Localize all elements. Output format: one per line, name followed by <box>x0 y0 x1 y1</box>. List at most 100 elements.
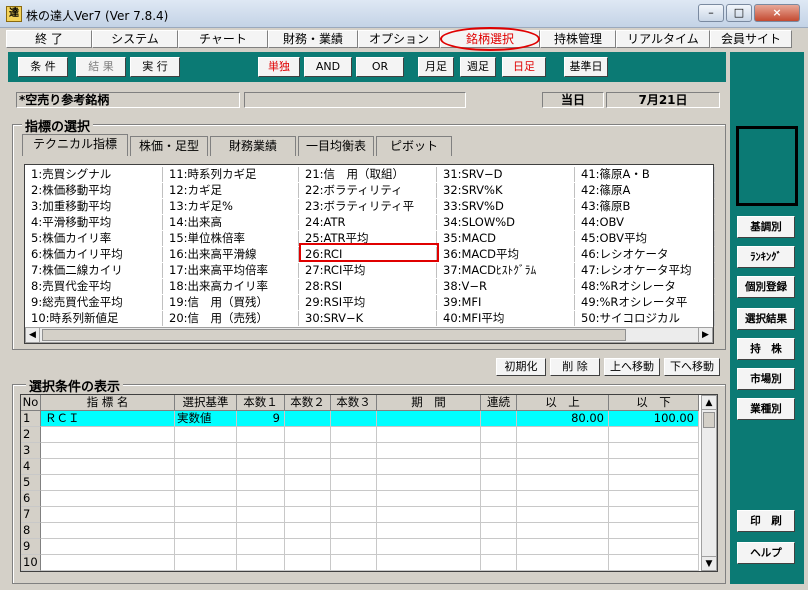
minimize-button[interactable]: – <box>698 4 724 22</box>
table-cell[interactable] <box>377 475 481 491</box>
indicator-item[interactable]: 17:出来高平均倍率 <box>163 263 299 278</box>
indicator-item[interactable]: 15:単位株倍率 <box>163 231 299 246</box>
n1-cell[interactable]: 9 <box>237 411 285 427</box>
or-button[interactable]: OR <box>356 57 404 77</box>
indicator-item[interactable]: 20:信 用（売残） <box>163 311 299 326</box>
and-button[interactable]: AND <box>304 57 352 77</box>
n3-cell[interactable] <box>331 411 377 427</box>
table-cell[interactable] <box>41 523 175 539</box>
table-cell[interactable] <box>285 555 331 571</box>
indicator-item[interactable]: 24:ATR <box>299 215 437 230</box>
menu-system[interactable]: システム <box>92 30 178 48</box>
consecutive-cell[interactable] <box>481 411 517 427</box>
table-cell[interactable] <box>285 507 331 523</box>
indicator-item[interactable]: 31:SRV−D <box>437 167 575 182</box>
table-cell[interactable] <box>331 443 377 459</box>
table-cell[interactable] <box>285 523 331 539</box>
result-button[interactable]: 結 果 <box>76 57 126 77</box>
table-cell[interactable] <box>609 491 699 507</box>
n2-cell[interactable] <box>285 411 331 427</box>
table-cell[interactable] <box>175 555 237 571</box>
indicator-item[interactable]: 18:出来高カイリ率 <box>163 279 299 294</box>
individual-register-button[interactable]: 個別登録 <box>737 276 795 298</box>
table-cell[interactable] <box>41 491 175 507</box>
help-button[interactable]: ヘルプ <box>737 542 795 564</box>
indicator-item[interactable]: 48:%Rオシレータ <box>575 279 715 294</box>
indicator-item[interactable]: 3:加重移動平均 <box>25 199 163 214</box>
indicator-item[interactable]: 16:出来高平滑線 <box>163 247 299 262</box>
table-cell[interactable] <box>609 475 699 491</box>
table-cell[interactable] <box>609 459 699 475</box>
table-cell[interactable] <box>237 539 285 555</box>
indicator-item[interactable]: 12:カギ足 <box>163 183 299 198</box>
scroll-thumb[interactable] <box>42 329 626 341</box>
holdings-button[interactable]: 持 株 <box>737 338 795 360</box>
indicator-item[interactable]: 5:株価カイリ率 <box>25 231 163 246</box>
indicator-item[interactable]: 44:OBV <box>575 215 715 230</box>
table-cell[interactable] <box>481 459 517 475</box>
move-down-button[interactable]: 下へ移動 <box>664 358 720 376</box>
table-cell[interactable] <box>285 475 331 491</box>
scroll-down-icon[interactable]: ▼ <box>702 556 716 570</box>
indicator-item[interactable]: 38:V−R <box>437 279 575 294</box>
indicator-item[interactable]: 46:レシオケータ <box>575 247 715 262</box>
table-cell[interactable] <box>331 491 377 507</box>
table-cell[interactable] <box>481 507 517 523</box>
print-button[interactable]: 印 刷 <box>737 510 795 532</box>
table-cell[interactable] <box>331 459 377 475</box>
scroll-left-icon[interactable]: ◀ <box>26 328 40 342</box>
indicator-item[interactable]: 22:ボラティリティ <box>299 183 437 198</box>
weekly-button[interactable]: 週足 <box>460 57 496 77</box>
table-cell[interactable] <box>481 523 517 539</box>
tab-pivot[interactable]: ピボット <box>376 136 452 156</box>
table-cell[interactable] <box>481 491 517 507</box>
table-cell[interactable] <box>41 475 175 491</box>
table-cell[interactable] <box>609 427 699 443</box>
selection-result-button[interactable]: 選択結果 <box>737 308 795 330</box>
table-cell[interactable] <box>175 427 237 443</box>
table-cell[interactable] <box>237 475 285 491</box>
tab-ichimoku[interactable]: 一目均衡表 <box>298 136 374 156</box>
table-cell[interactable] <box>237 555 285 571</box>
table-cell[interactable] <box>331 427 377 443</box>
table-cell[interactable] <box>517 443 609 459</box>
indicator-item[interactable]: 1:売買シグナル <box>25 167 163 182</box>
indicator-item[interactable]: 43:篠原B <box>575 199 715 214</box>
maximize-button[interactable]: □ <box>726 4 752 22</box>
table-cell[interactable] <box>331 539 377 555</box>
table-cell[interactable] <box>517 427 609 443</box>
table-cell[interactable] <box>237 443 285 459</box>
table-cell[interactable] <box>517 475 609 491</box>
table-cell[interactable] <box>175 507 237 523</box>
table-cell[interactable] <box>377 539 481 555</box>
table-cell[interactable] <box>285 491 331 507</box>
single-button[interactable]: 単独 <box>258 57 300 77</box>
menu-holdings[interactable]: 持株管理 <box>540 30 616 48</box>
indicator-item[interactable]: 41:篠原A・B <box>575 167 715 182</box>
tab-financial[interactable]: 財務業績 <box>210 136 296 156</box>
indicator-item[interactable]: 29:RSI平均 <box>299 295 437 310</box>
indicator-item[interactable]: 39:MFI <box>437 295 575 310</box>
table-cell[interactable] <box>377 523 481 539</box>
table-cell[interactable] <box>237 523 285 539</box>
table-cell[interactable] <box>331 555 377 571</box>
table-cell[interactable] <box>285 427 331 443</box>
delete-button[interactable]: 削 除 <box>550 358 600 376</box>
table-cell[interactable] <box>175 443 237 459</box>
indicator-item[interactable]: 7:株価二線カイリ <box>25 263 163 278</box>
close-button[interactable]: × <box>754 4 800 22</box>
table-cell[interactable] <box>517 555 609 571</box>
execute-button[interactable]: 実 行 <box>130 57 180 77</box>
table-cell[interactable] <box>175 539 237 555</box>
indicator-item[interactable]: 19:信 用（買残） <box>163 295 299 310</box>
table-cell[interactable] <box>481 475 517 491</box>
indicator-item[interactable]: 32:SRV%K <box>437 183 575 198</box>
indicator-item[interactable]: 13:カギ足% <box>163 199 299 214</box>
indicator-item[interactable]: 4:平滑移動平均 <box>25 215 163 230</box>
trend-button[interactable]: 基調別 <box>737 216 795 238</box>
table-cell[interactable] <box>517 459 609 475</box>
table-cell[interactable] <box>175 491 237 507</box>
tab-technical[interactable]: テクニカル指標 <box>22 134 128 156</box>
ranking-button[interactable]: ﾗﾝｷﾝｸﾞ <box>737 246 795 268</box>
indicator-item[interactable]: 27:RCI平均 <box>299 263 437 278</box>
